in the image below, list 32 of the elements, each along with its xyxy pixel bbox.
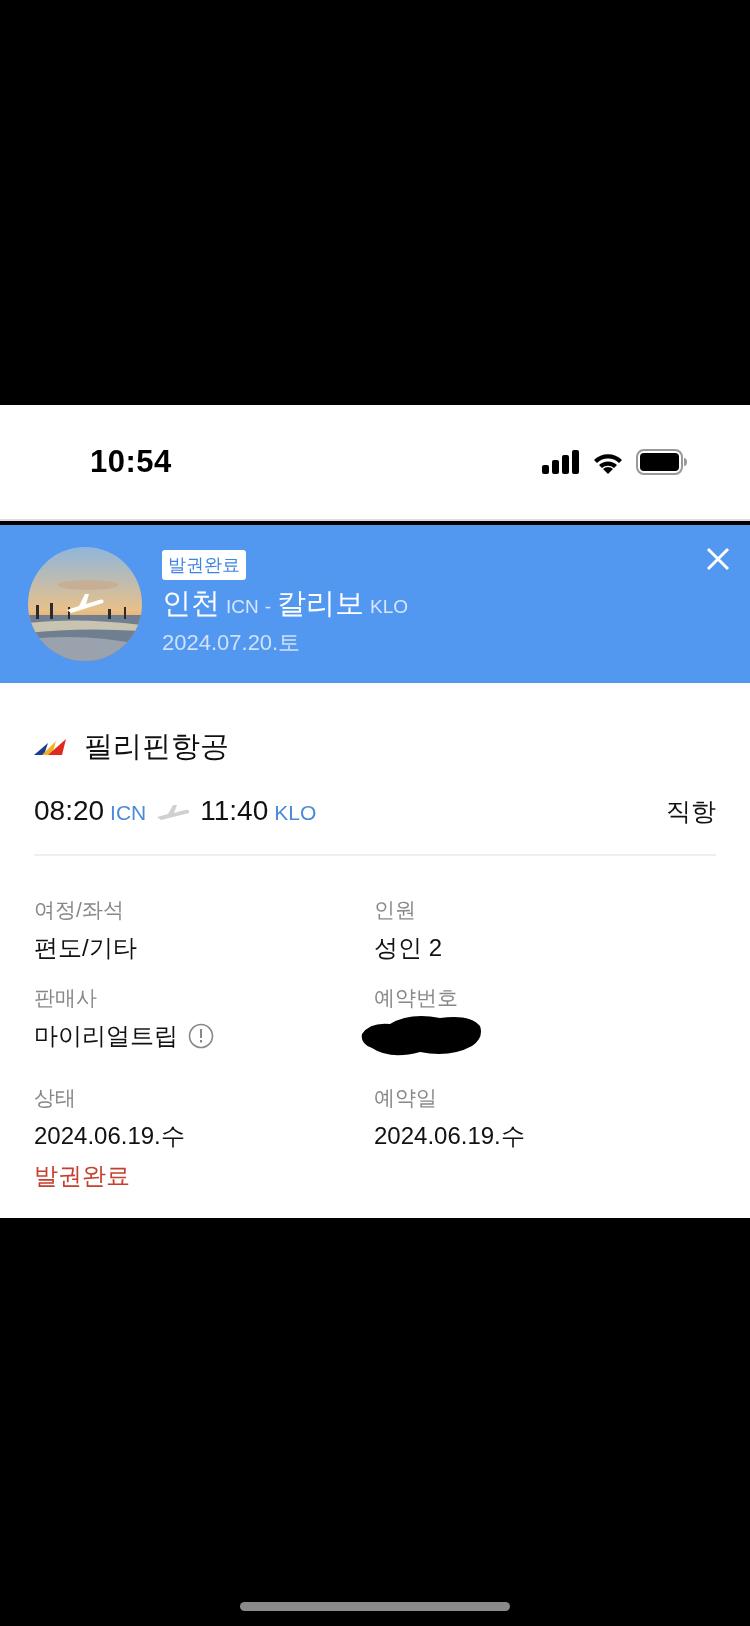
destination-city: 칼리보 (277, 586, 365, 621)
detail-label: 인원 (374, 897, 417, 923)
detail-value: 성인 2 (374, 933, 443, 963)
departure-code: ICN (110, 801, 147, 825)
clock-time: 10:54 (90, 444, 172, 480)
signal-icon (542, 450, 580, 474)
detail-value: 2024.06.19.수 (34, 1121, 186, 1151)
detail-label: 예약일 (374, 1085, 438, 1111)
close-icon[interactable] (706, 547, 730, 571)
airline-logo-icon (34, 737, 66, 757)
origin-city: 인천 (162, 586, 220, 621)
info-icon[interactable] (188, 1023, 214, 1049)
trip-date: 2024.07.20.토 (162, 629, 302, 657)
arrival-time: 11:40 (200, 795, 269, 827)
detail-value: 2024.06.19.수 (374, 1121, 526, 1151)
route-separator: - (264, 596, 272, 618)
airline-name: 필리핀항공 (84, 729, 229, 764)
destination-code: KLO (370, 596, 409, 618)
status-badge: 발권완료 (162, 550, 246, 580)
detail-value: 편도/기타 (34, 933, 138, 963)
airplane-icon (156, 802, 191, 821)
detail-label: 예약번호 (374, 985, 459, 1011)
ticket-status: 발권완료 (34, 1161, 131, 1191)
detail-label: 판매사 (34, 985, 98, 1011)
detail-value: 마이리얼트립 (34, 1021, 178, 1051)
detail-label: 상태 (34, 1085, 77, 1111)
route-type: 직항 (666, 796, 716, 827)
detail-label: 여정/좌석 (34, 897, 125, 923)
arrival-code: KLO (274, 801, 317, 825)
origin-code: ICN (226, 596, 259, 618)
battery-icon (636, 449, 688, 475)
departure-time: 08:20 (34, 795, 105, 827)
